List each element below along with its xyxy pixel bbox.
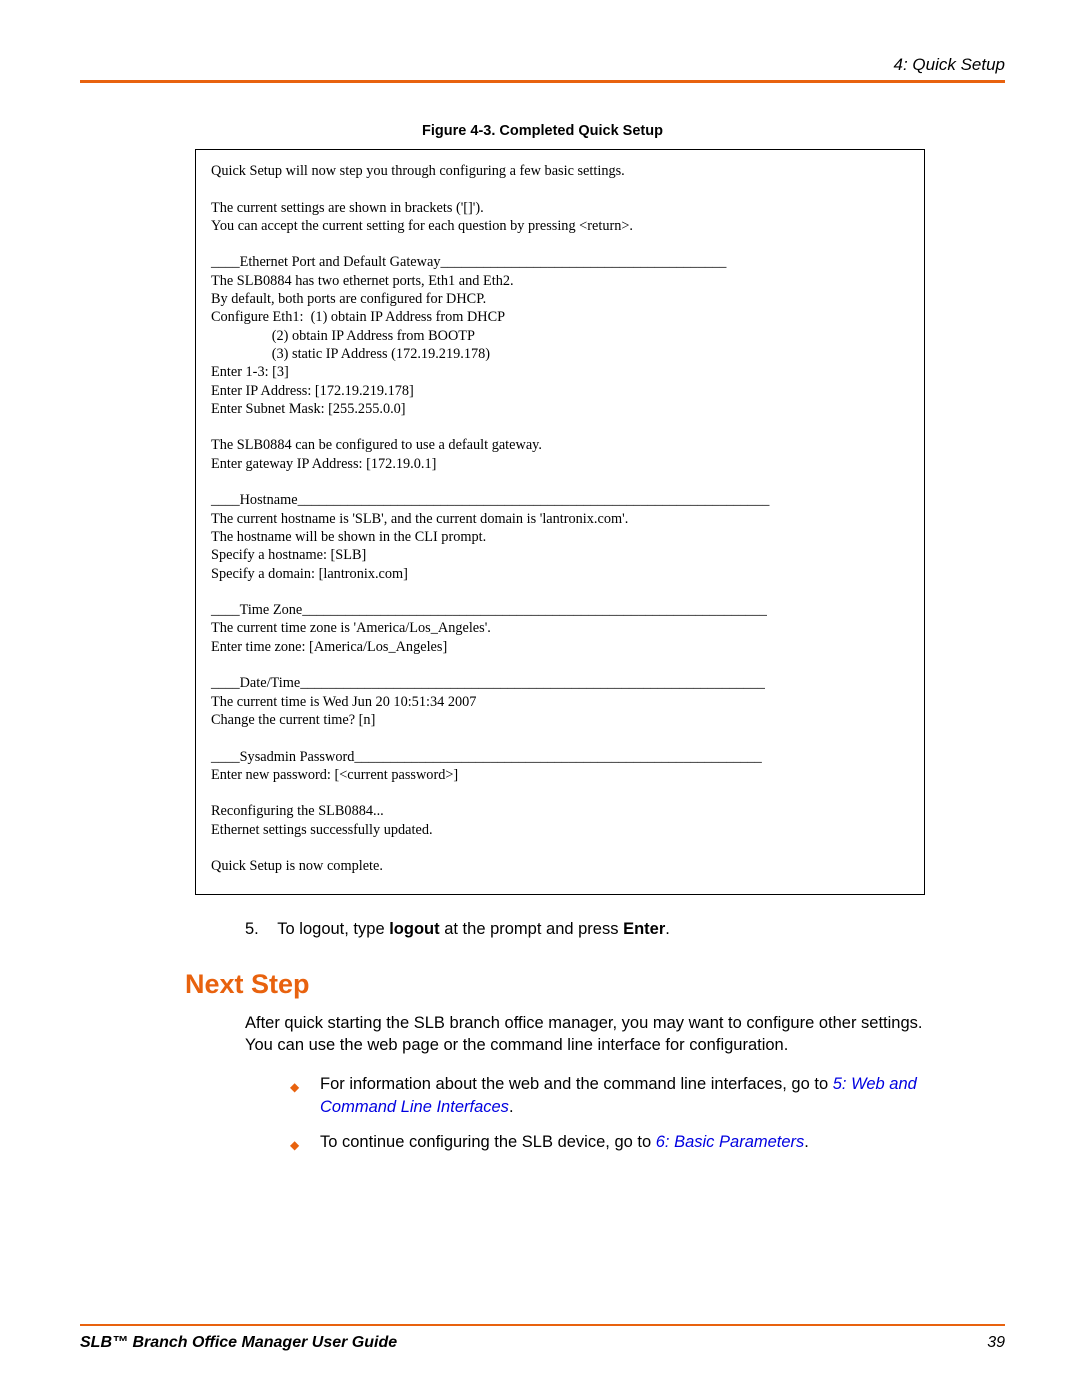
step-text-part2: at the prompt and press bbox=[440, 920, 623, 938]
page-number: 39 bbox=[987, 1334, 1005, 1352]
bullet2-before: To continue configuring the SLB device, … bbox=[320, 1133, 656, 1151]
figure-caption: Figure 4-3. Completed Quick Setup bbox=[80, 123, 1005, 139]
next-step-heading: Next Step bbox=[185, 969, 1005, 1000]
page-footer: SLB™ Branch Office Manager User Guide 39 bbox=[80, 1324, 1005, 1352]
chapter-header: 4: Quick Setup bbox=[80, 55, 1005, 75]
step-number: 5. bbox=[245, 920, 273, 939]
footer-title: SLB™ Branch Office Manager User Guide bbox=[80, 1334, 397, 1352]
bullet-list: ◆ For information about the web and the … bbox=[290, 1073, 935, 1154]
step-bold-enter: Enter bbox=[623, 920, 665, 938]
step-bold-logout: logout bbox=[389, 920, 439, 938]
link-basic-parameters[interactable]: 6: Basic Parameters bbox=[656, 1133, 805, 1151]
terminal-output-box: Quick Setup will now step you through co… bbox=[195, 149, 925, 895]
bullet2-after: . bbox=[804, 1133, 809, 1151]
next-step-paragraph: After quick starting the SLB branch offi… bbox=[245, 1012, 935, 1057]
diamond-icon: ◆ bbox=[290, 1137, 299, 1154]
diamond-icon: ◆ bbox=[290, 1079, 299, 1096]
step-text-part3: . bbox=[665, 920, 670, 938]
bullet1-before: For information about the web and the co… bbox=[320, 1075, 833, 1093]
bullet-item-1: ◆ For information about the web and the … bbox=[290, 1073, 935, 1119]
header-rule bbox=[80, 80, 1005, 83]
footer-rule bbox=[80, 1324, 1005, 1326]
bullet1-after: . bbox=[509, 1098, 514, 1116]
bullet-item-2: ◆ To continue configuring the SLB device… bbox=[290, 1131, 935, 1154]
step-text-part1: To logout, type bbox=[277, 920, 389, 938]
step-5: 5. To logout, type logout at the prompt … bbox=[245, 920, 1005, 939]
